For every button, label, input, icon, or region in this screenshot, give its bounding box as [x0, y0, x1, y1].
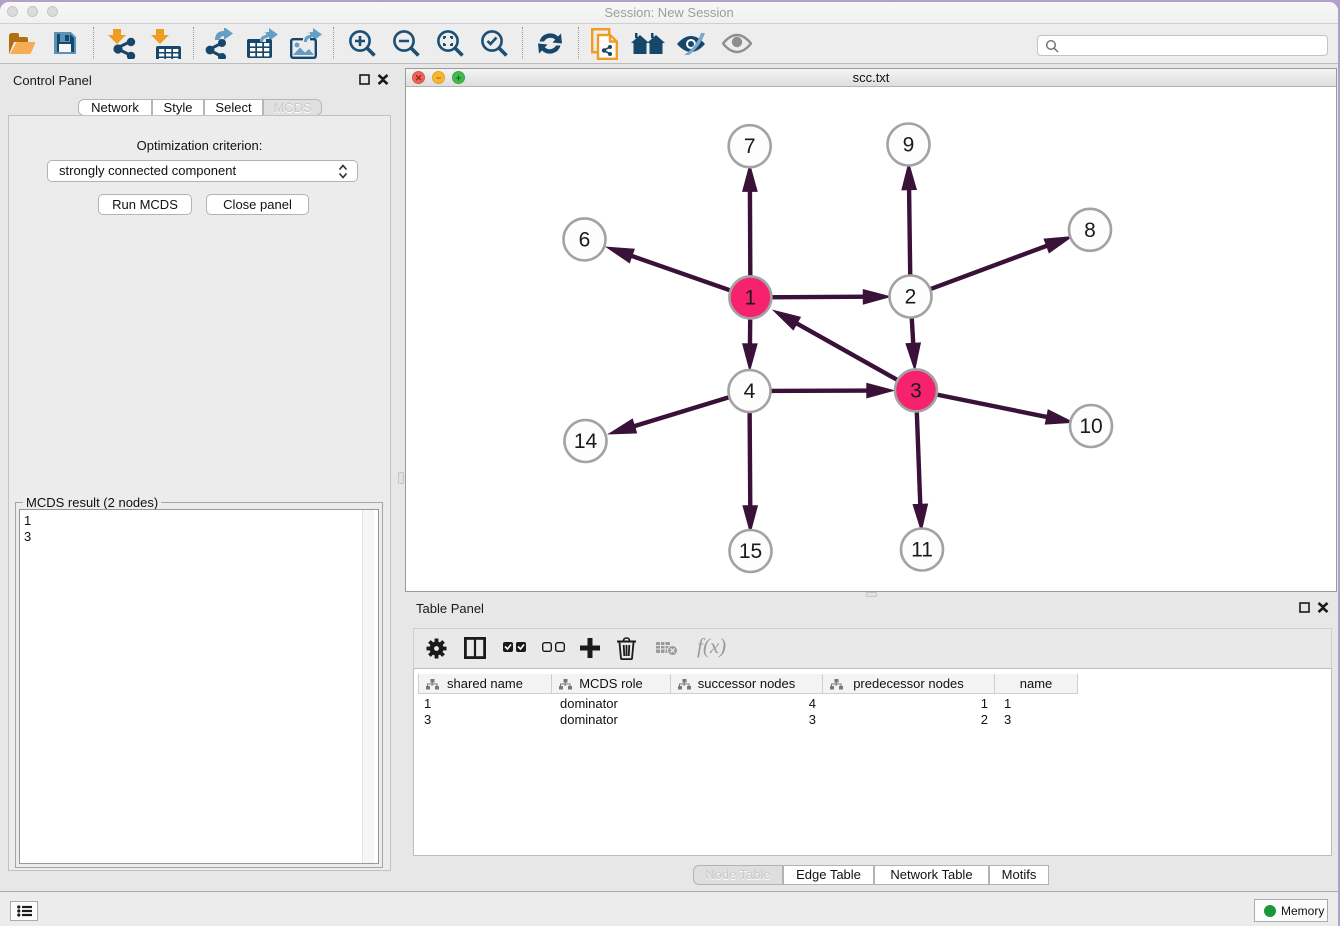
svg-text:4: 4 — [744, 380, 756, 403]
svg-text:8: 8 — [1084, 219, 1096, 242]
svg-text:7: 7 — [744, 135, 756, 158]
svg-text:10: 10 — [1079, 415, 1102, 438]
svg-text:1: 1 — [745, 286, 757, 309]
svg-text:3: 3 — [910, 379, 922, 402]
svg-text:15: 15 — [739, 540, 762, 563]
svg-text:2: 2 — [905, 286, 917, 309]
svg-text:6: 6 — [579, 228, 591, 251]
svg-text:11: 11 — [911, 539, 933, 562]
svg-text:14: 14 — [574, 430, 598, 453]
svg-text:9: 9 — [903, 134, 915, 157]
